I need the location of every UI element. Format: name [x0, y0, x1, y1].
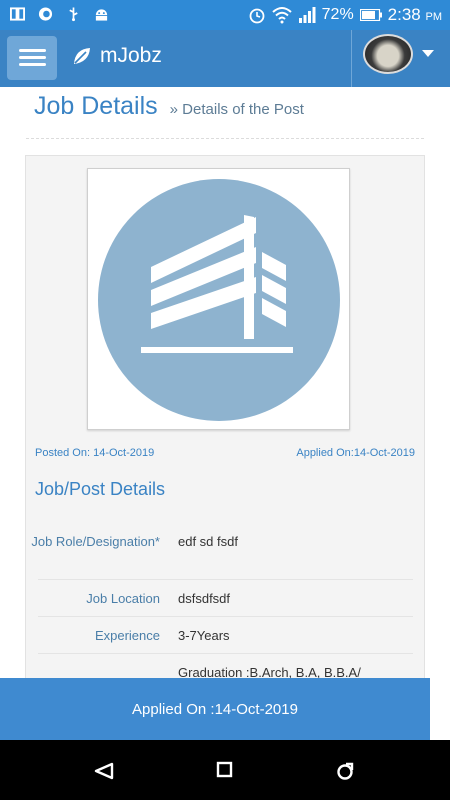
chat-bubble-icon	[38, 7, 53, 21]
home-icon[interactable]	[216, 760, 234, 780]
recents-icon[interactable]	[335, 760, 355, 782]
detail-value: dsfsdfsdf	[178, 591, 231, 606]
applied-on-banner[interactable]: Applied On :14-Oct-2019	[0, 678, 430, 740]
section-title: Job/Post Details	[35, 479, 166, 499]
brand-name: mJobz	[100, 44, 162, 67]
alarm-icon	[249, 8, 265, 24]
detail-label: Job Location	[86, 591, 160, 606]
menu-line-icon	[19, 63, 46, 66]
applied-on-date: Applied On:14-Oct-2019	[296, 447, 415, 459]
detail-row-experience: Experience 3-7Years	[38, 617, 413, 654]
job-card: Posted On: 14-Oct-2019 Applied On:14-Oct…	[25, 155, 425, 715]
hamburger-menu-button[interactable]	[7, 36, 57, 80]
detail-row-job-location: Job Location dsfsdfsdf	[38, 580, 413, 617]
leaf-logo-icon	[74, 48, 90, 64]
account-menu[interactable]	[351, 30, 450, 87]
screen-mirror-icon	[10, 7, 25, 21]
battery-percent: 72%	[321, 6, 354, 23]
breadcrumb: » Details of the Post	[169, 101, 304, 118]
usb-icon	[69, 7, 78, 22]
detail-value: 3-7Years	[178, 628, 230, 643]
detail-row-job-role: Job Role/Designation* edf sd fsdf	[31, 529, 413, 580]
divider	[26, 138, 424, 139]
posted-on-date: Posted On: 14-Oct-2019	[35, 447, 155, 459]
back-icon[interactable]	[92, 760, 116, 782]
menu-line-icon	[19, 56, 46, 59]
detail-value: edf sd fsdf	[178, 534, 238, 549]
detail-label: Job Role/Designation*	[31, 534, 160, 549]
wifi-icon	[271, 7, 292, 24]
status-time: 2:38 PM	[387, 5, 442, 24]
building-icon	[98, 179, 340, 421]
battery-icon	[359, 9, 382, 21]
system-nav-bar	[0, 740, 450, 800]
job-image	[87, 168, 350, 430]
brand[interactable]: mJobz	[72, 44, 162, 68]
signal-icon	[298, 7, 316, 23]
page-header: Job Details » Details of the Post	[34, 92, 304, 121]
android-icon	[95, 9, 108, 21]
avatar[interactable]	[363, 34, 413, 74]
menu-line-icon	[19, 49, 46, 52]
status-bar: 72% 2:38 PM	[0, 0, 450, 30]
app-bar: mJobz	[0, 30, 450, 87]
detail-label: Experience	[94, 628, 160, 643]
caret-down-icon[interactable]	[422, 50, 434, 57]
page-title: Job Details	[34, 92, 158, 120]
